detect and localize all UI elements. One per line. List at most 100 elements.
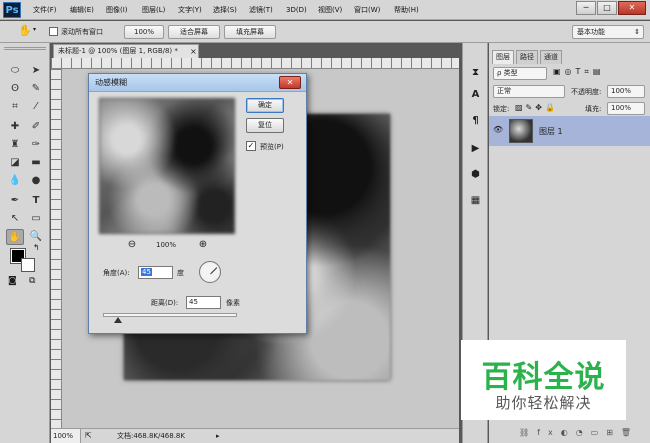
blend-mode-select[interactable]: 正常 [493,85,565,98]
opacity-label: 不透明度: [571,88,602,96]
zoom-in-icon[interactable]: ⊕ [197,239,209,251]
history-brush-tool-icon[interactable]: ✑ [27,137,45,153]
eraser-tool-icon[interactable]: ◪ [6,155,24,171]
angle-label: 角度(A): [103,269,130,277]
distance-input[interactable]: 45 [186,296,221,309]
zoom-100-button[interactable]: 100% [124,25,164,39]
reset-button[interactable]: 复位 [246,118,284,133]
tab-paths[interactable]: 路径 [516,50,538,64]
pen-tool-icon[interactable]: ✒ [6,193,24,209]
crop-tool-icon[interactable]: ⌗ [6,99,24,115]
zoom-out-icon[interactable]: ⊖ [126,239,138,251]
watermark-title: 百科全说 [481,360,606,395]
rectangle-tool-icon[interactable]: ▭ [27,211,45,227]
fill-input[interactable]: 100% [607,102,645,115]
workspace-select[interactable]: 基本功能 ⇕ [572,25,644,39]
menu-help[interactable]: 帮助(H) [394,3,419,17]
tab-layers[interactable]: 图层 [492,50,514,64]
status-bar: 100% ⇱ 文档:468.8K/468.8K ▸ [51,428,459,443]
layer-thumbnail[interactable] [509,119,533,143]
photoshop-logo: Ps [3,2,21,18]
background-color-swatch[interactable] [21,258,35,272]
tool-preset-arrow-icon[interactable]: ▾ [33,26,36,33]
angle-unit: 度 [177,269,184,277]
menu-view[interactable]: 视图(V) [318,3,342,17]
preview-zoom-level: 100% [156,241,177,249]
distance-slider-track[interactable] [103,313,237,317]
angle-input[interactable]: 45 [138,266,173,279]
gradient-tool-icon[interactable]: ▬ [27,155,45,171]
layer-name[interactable]: 图层 1 [539,126,563,137]
layer-visibility-eye-icon[interactable]: 👁 [493,125,503,134]
document-tab-close-icon[interactable]: × [190,45,197,58]
screen-mode-icon[interactable]: ⧉ [29,276,35,286]
lock-icons[interactable]: ▨✎✥🔒 [515,103,558,112]
status-menu-arrow-icon[interactable]: ▸ [216,429,220,443]
distance-unit: 像素 [226,299,240,307]
paragraph-panel-icon[interactable]: ¶ [467,113,484,129]
layer-panel-footer-icons[interactable]: ⛓fx◐◔▭⊞🗑 [519,428,639,437]
vertical-ruler[interactable] [51,69,62,428]
type-tool-icon[interactable]: T [27,193,45,209]
tab-channels[interactable]: 通道 [540,50,562,64]
dialog-close-button[interactable]: ✕ [279,76,301,89]
menu-bar: Ps 文件(F) 编辑(E) 图像(I) 图层(L) 文字(Y) 选择(S) 滤… [0,0,650,20]
close-window-button[interactable]: ✕ [618,1,646,15]
clone-stamp-tool-icon[interactable]: ♜ [6,137,24,153]
hand-tool-button[interactable]: ✋ [6,229,24,245]
quick-mask-icon[interactable]: ◙ [8,276,17,286]
status-share-icon[interactable]: ⇱ [85,429,92,443]
move-tool-icon[interactable]: ➤ [27,63,45,79]
brush-tool-icon[interactable]: ✐ [27,119,45,135]
preview-checkbox[interactable]: ✓ [246,141,256,151]
menu-file[interactable]: 文件(F) [33,3,57,17]
lasso-tool-icon[interactable]: ʘ [6,81,24,97]
layer-kind-filter[interactable]: ρ 类型 [493,67,547,80]
menu-window[interactable]: 窗口(W) [354,3,380,17]
blur-tool-icon[interactable]: 💧 [6,173,24,189]
history-panel-icon[interactable]: ⧗ [467,65,484,81]
layer-row[interactable]: 👁 图层 1 [489,116,650,146]
menu-3d[interactable]: 3D(D) [286,3,307,17]
ok-button[interactable]: 确定 [246,98,284,113]
dialog-titlebar[interactable]: 动感模糊 [89,74,306,92]
menu-select[interactable]: 选择(S) [213,3,237,17]
minimize-button[interactable]: ─ [576,1,596,15]
document-tab[interactable]: 未标题-1 @ 100% (图层 1, RGB/8) * × [53,44,199,58]
angle-dial-needle [210,267,218,275]
horizontal-ruler[interactable] [51,58,459,69]
tools-panel-grip[interactable] [4,47,46,50]
marquee-tool-icon[interactable]: ⬭ [6,63,24,79]
opacity-input[interactable]: 100% [607,85,645,98]
quick-select-tool-icon[interactable]: ✎ [27,81,45,97]
menu-edit[interactable]: 编辑(E) [70,3,94,17]
menu-layer[interactable]: 图层(L) [142,3,165,17]
document-size-info: 文档:468.8K/468.8K [117,432,185,440]
dialog-title: 动感模糊 [95,78,127,87]
menu-type[interactable]: 文字(Y) [178,3,202,17]
restore-button[interactable]: □ [597,1,617,15]
lock-label: 锁定: [493,105,510,113]
blur-preview-image[interactable] [99,98,235,234]
character-panel-icon[interactable]: A [467,87,484,103]
distance-slider-thumb[interactable] [114,317,122,323]
zoom-level-field[interactable]: 100% [51,429,81,443]
eyedropper-tool-icon[interactable]: ⁄ [27,99,45,115]
angle-value: 45 [141,268,152,276]
properties-panel-icon[interactable]: ▦ [467,193,484,209]
fit-screen-button[interactable]: 适合屏幕 [168,25,220,39]
hand-tool-icon[interactable]: ✋ [18,24,32,37]
swap-colors-icon[interactable]: ↰ [33,243,40,252]
angle-dial[interactable] [199,261,221,283]
fill-screen-button[interactable]: 填充屏幕 [224,25,276,39]
watermark-subtitle: 助你轻松解决 [495,394,592,412]
actions-panel-icon[interactable]: ▶ [467,141,484,157]
scroll-all-checkbox[interactable] [49,27,58,36]
menu-filter[interactable]: 滤镜(T) [249,3,273,17]
healing-brush-tool-icon[interactable]: ✚ [6,119,24,135]
menu-image[interactable]: 图像(I) [106,3,128,17]
dodge-tool-icon[interactable]: ● [27,173,45,189]
3d-panel-icon[interactable]: ⬢ [467,167,484,183]
layer-filter-icons[interactable]: ▣◎T⌗▤ [553,67,605,77]
path-select-tool-icon[interactable]: ↖ [6,211,24,227]
